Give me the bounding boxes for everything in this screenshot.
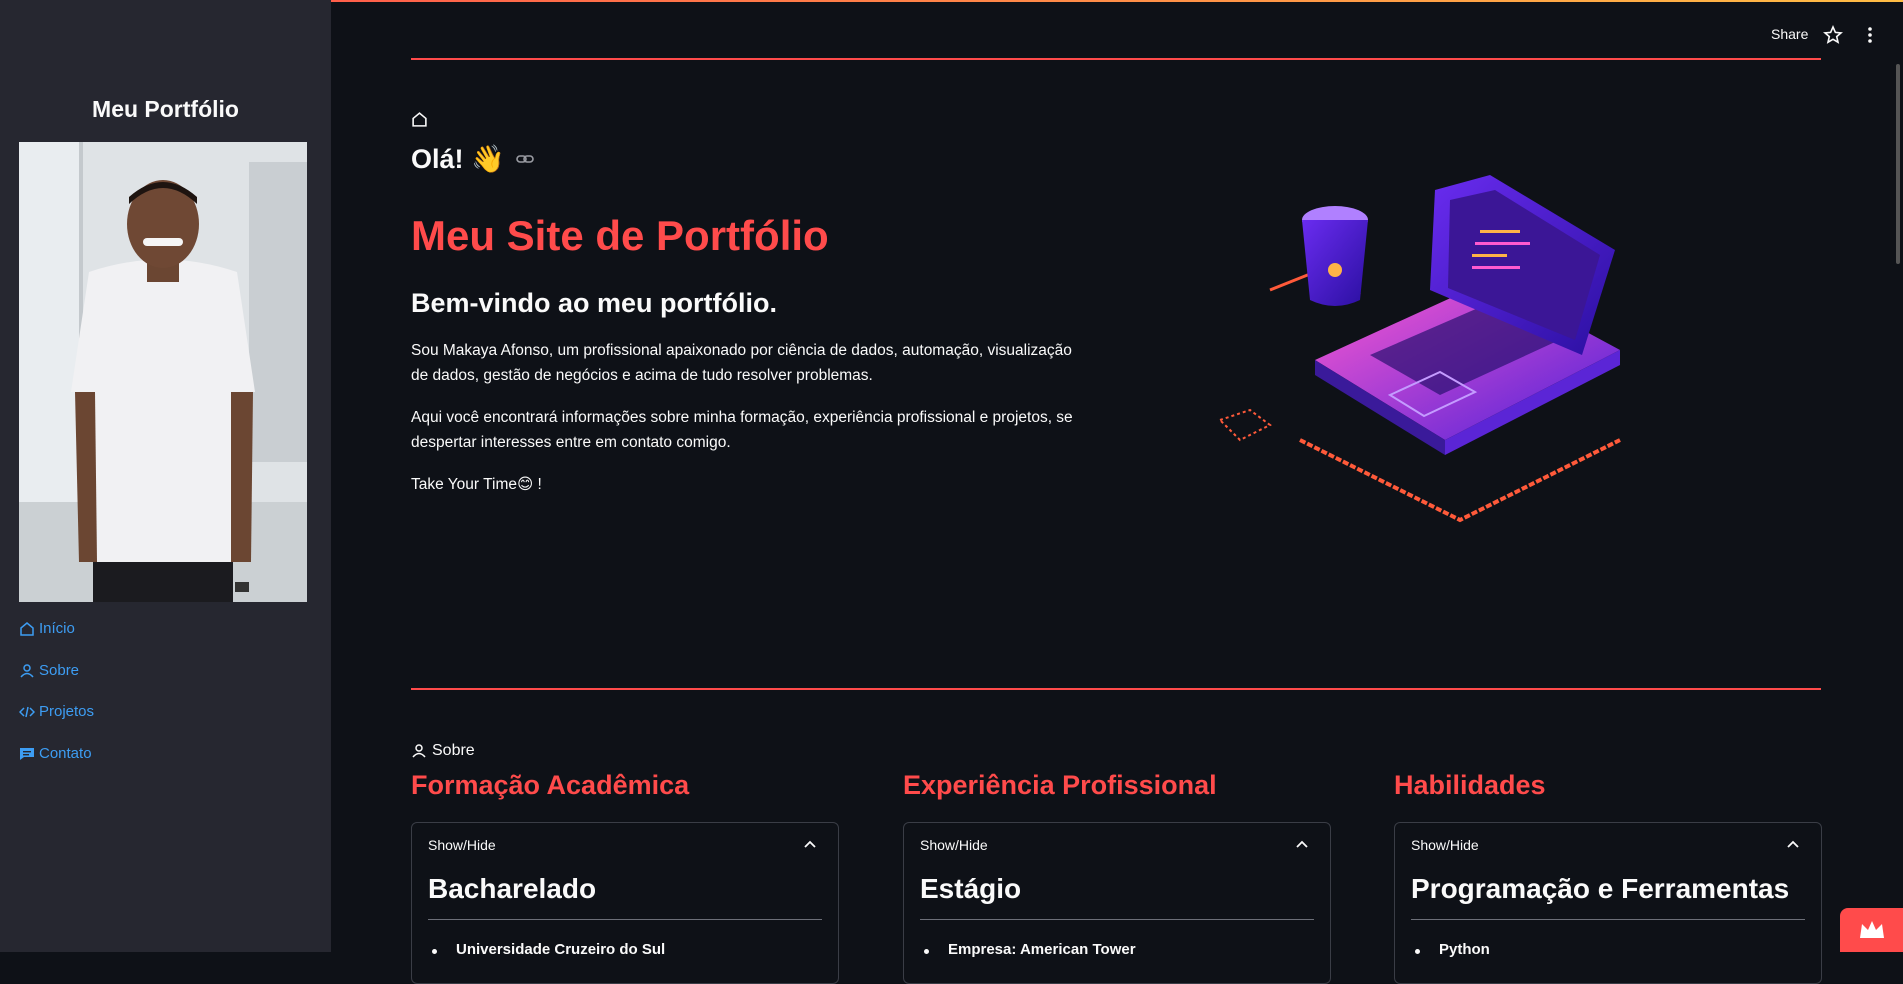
code-icon	[19, 706, 35, 717]
divider	[428, 919, 822, 920]
column-title-habilidades: Habilidades	[1394, 770, 1546, 800]
person-icon	[412, 744, 426, 758]
chevron-up-icon[interactable]	[802, 837, 818, 853]
chevron-up-icon[interactable]	[1294, 837, 1310, 853]
sidebar-item-label: Contato	[39, 745, 92, 762]
star-icon[interactable]	[1823, 25, 1843, 45]
sidebar: Meu Portfólio Início Sobre Projetos Cont…	[0, 0, 331, 952]
share-button[interactable]: Share	[1771, 26, 1808, 42]
expander-heading: Programação e Ferramentas	[1411, 873, 1790, 904]
sidebar-item-label: Sobre	[39, 662, 80, 679]
sidebar-item-projetos[interactable]: Projetos	[19, 703, 94, 720]
expander-toggle-label[interactable]: Show/Hide	[920, 837, 988, 853]
sidebar-item-label: Início	[39, 620, 75, 637]
list-item: Python	[1439, 941, 1490, 958]
list-item: Empresa: American Tower	[948, 941, 1136, 958]
person-icon	[20, 663, 34, 678]
sidebar-item-contato[interactable]: Contato	[19, 745, 92, 762]
column-title-formacao: Formação Acadêmica	[411, 770, 690, 800]
sidebar-title: Meu Portfólio	[92, 96, 239, 122]
page-title: Meu Site de Portfólio	[411, 212, 829, 259]
divider	[411, 688, 1821, 690]
home-icon	[20, 621, 34, 636]
list-item: Universidade Cruzeiro do Sul	[456, 941, 666, 958]
greeting-text: Olá! 👋	[411, 144, 505, 174]
divider	[411, 58, 1821, 60]
greeting-heading: Olá! 👋	[411, 143, 535, 175]
chevron-up-icon[interactable]	[1785, 837, 1801, 853]
scrollbar[interactable]	[1896, 64, 1900, 264]
expander-habilidades[interactable]: Show/Hide Programação e Ferramentas Pyth…	[1394, 822, 1822, 984]
chat-icon	[20, 747, 34, 760]
sidebar-item-inicio[interactable]: Início	[19, 620, 75, 637]
expander-toggle-label[interactable]: Show/Hide	[428, 837, 496, 853]
link-icon[interactable]	[515, 149, 535, 169]
home-icon	[412, 112, 427, 127]
expander-heading: Bacharelado	[428, 873, 597, 904]
section-label-text: Sobre	[432, 742, 475, 759]
expander-heading: Estágio	[920, 873, 1022, 904]
sidebar-item-sobre[interactable]: Sobre	[19, 662, 79, 679]
section-label-sobre: Sobre	[411, 742, 475, 760]
column-title-experiencia: Experiência Profissional	[903, 770, 1217, 800]
divider	[1411, 919, 1805, 920]
expander-experiencia[interactable]: Show/Hide Estágio Empresa: American Towe…	[903, 822, 1331, 984]
divider	[920, 919, 1314, 920]
intro-paragraph: Sou Makaya Afonso, um profissional apaix…	[411, 342, 1072, 384]
intro-paragraph: Take Your Time😊 !	[411, 476, 542, 493]
expander-formacao[interactable]: Show/Hide Bacharelado Universidade Cruze…	[411, 822, 839, 984]
welcome-subtitle: Bem-vindo ao meu portfólio.	[411, 288, 778, 318]
sidebar-item-label: Projetos	[39, 703, 95, 720]
laptop-illustration	[1218, 175, 1621, 523]
intro-paragraph: Aqui você encontrará informações sobre m…	[411, 409, 1073, 451]
profile-photo	[19, 142, 307, 602]
streamlit-badge[interactable]	[1840, 908, 1903, 952]
expander-toggle-label[interactable]: Show/Hide	[1411, 837, 1479, 853]
crown-icon	[1860, 921, 1884, 938]
more-menu-icon[interactable]	[1860, 25, 1880, 45]
